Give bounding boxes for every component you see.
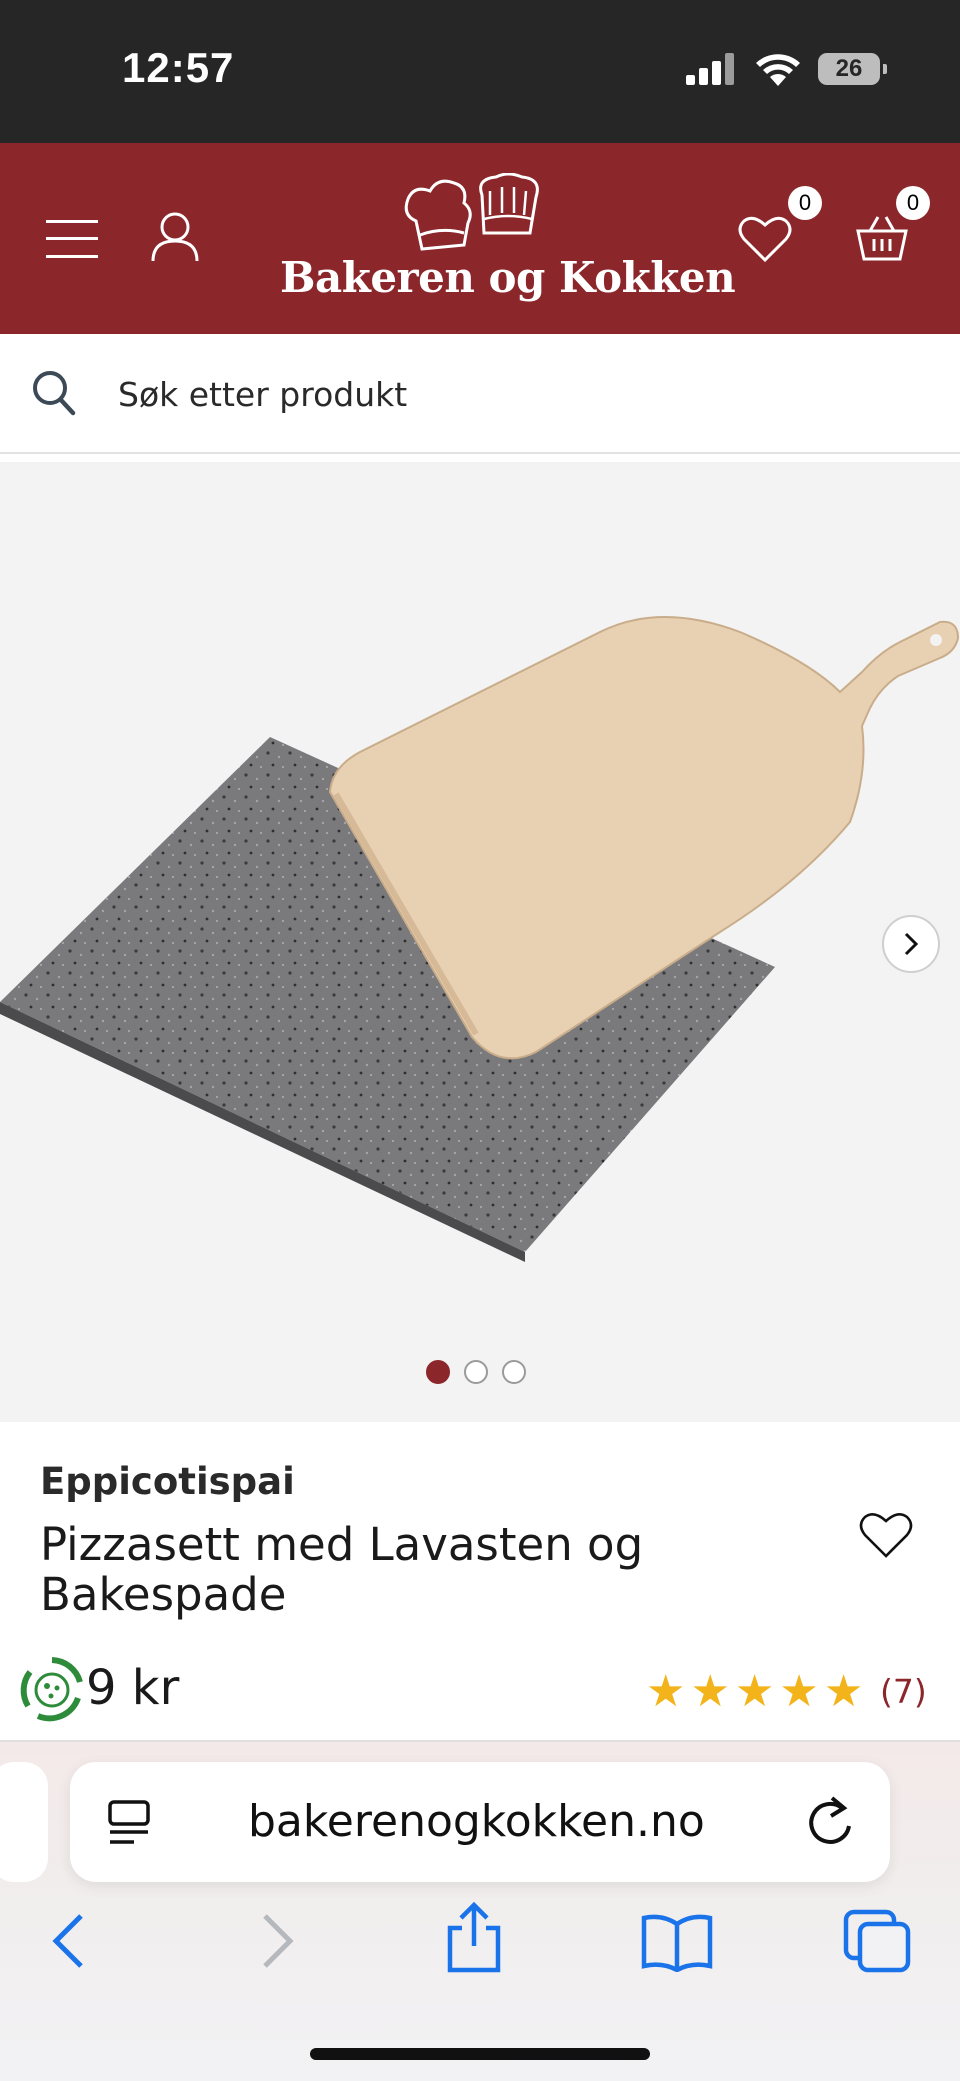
product-image-gallery[interactable] bbox=[0, 462, 960, 1422]
search-icon[interactable] bbox=[32, 370, 76, 416]
recycle-badge-icon[interactable] bbox=[16, 1654, 88, 1726]
bookmarks-icon[interactable] bbox=[640, 1912, 714, 1972]
reload-icon[interactable] bbox=[806, 1792, 856, 1848]
tabs-icon[interactable] bbox=[842, 1908, 912, 1974]
account-icon[interactable] bbox=[150, 211, 200, 263]
menu-icon[interactable] bbox=[46, 220, 98, 258]
product-title: Pizzasett med Lavasten og Bakespade bbox=[40, 1518, 644, 1621]
star-icon: ★ bbox=[734, 1667, 775, 1716]
chef-hats-logo-icon bbox=[404, 173, 539, 251]
product-brand[interactable]: Eppicotispai bbox=[40, 1460, 295, 1503]
site-logo[interactable]: Bakeren og Kokken bbox=[280, 173, 736, 308]
product-image bbox=[0, 616, 960, 1262]
battery-icon: 26 bbox=[818, 53, 887, 85]
favorite-heart-icon[interactable] bbox=[858, 1510, 914, 1560]
home-indicator bbox=[310, 2048, 650, 2060]
address-bar[interactable]: bakerenogkokken.no bbox=[70, 1762, 890, 1882]
gallery-dot-1[interactable] bbox=[426, 1360, 450, 1384]
star-icon: ★ bbox=[779, 1667, 819, 1716]
status-icons: 26 bbox=[686, 52, 887, 86]
site-header: Bakeren og Kokken 0 0 bbox=[0, 143, 960, 334]
chevron-right-icon bbox=[904, 932, 919, 956]
wishlist-heart-icon[interactable] bbox=[738, 215, 792, 263]
forward-icon[interactable] bbox=[258, 1912, 298, 1970]
gallery-pagination bbox=[426, 1360, 526, 1384]
price-row: 9 kr ★ ★ ★ ★ ★ (7) bbox=[0, 1650, 960, 1738]
logo-text: Bakeren og Kokken bbox=[280, 253, 736, 302]
star-icon: ★ bbox=[646, 1667, 686, 1716]
search-input[interactable] bbox=[118, 364, 898, 424]
reader-mode-icon[interactable] bbox=[106, 1800, 152, 1846]
star-icon: ★ bbox=[823, 1667, 864, 1716]
wifi-icon bbox=[756, 54, 800, 86]
wishlist-count-badge: 0 bbox=[788, 186, 822, 220]
status-bar: 12:57 26 bbox=[0, 0, 960, 143]
cart-basket-icon[interactable] bbox=[856, 213, 908, 263]
gallery-dot-2[interactable] bbox=[464, 1360, 488, 1384]
gallery-next-button[interactable] bbox=[882, 915, 940, 973]
review-count[interactable]: (7) bbox=[880, 1672, 927, 1711]
star-icon: ★ bbox=[690, 1667, 730, 1716]
url-text[interactable]: bakerenogkokken.no bbox=[248, 1796, 705, 1847]
search-bar bbox=[0, 334, 960, 454]
back-icon[interactable] bbox=[48, 1912, 88, 1970]
status-time: 12:57 bbox=[122, 44, 235, 91]
signal-icon bbox=[686, 53, 734, 85]
browser-toolbar: bakerenogkokken.no bbox=[0, 1742, 960, 2081]
battery-level: 26 bbox=[835, 55, 863, 82]
cart-count-badge: 0 bbox=[896, 186, 930, 220]
product-price: 9 kr bbox=[86, 1660, 180, 1716]
share-icon[interactable] bbox=[444, 1902, 504, 1974]
rating-stars[interactable]: ★ ★ ★ ★ ★ bbox=[646, 1670, 863, 1714]
gallery-dot-3[interactable] bbox=[502, 1360, 526, 1384]
previous-tab-peek[interactable] bbox=[0, 1762, 48, 1882]
